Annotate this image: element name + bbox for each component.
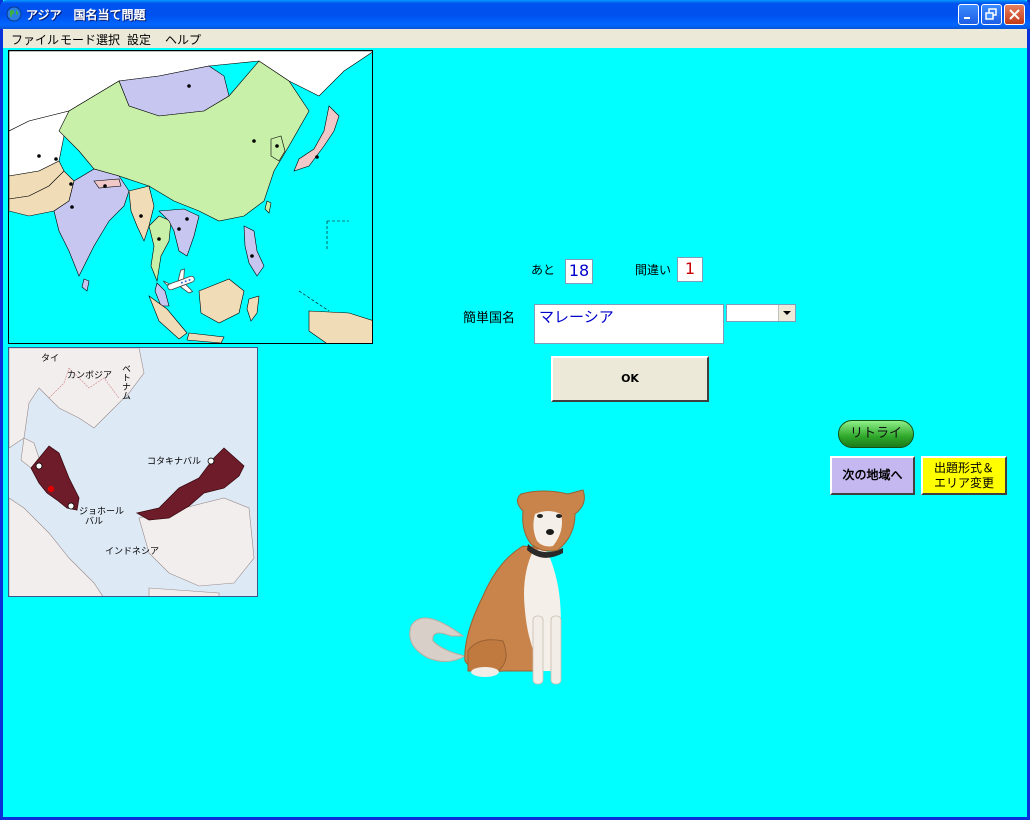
menu-file[interactable]: ファイル (11, 31, 59, 48)
detail-map[interactable]: タイ カンボジア ベトナム コタキナバル ジョホール バル インドネシア (8, 347, 258, 597)
chevron-down-icon (783, 311, 791, 315)
asia-map-graphic (9, 51, 372, 343)
menu-help[interactable]: ヘルプ (165, 31, 201, 48)
detail-map-graphic (9, 348, 257, 596)
label-johor-bahru-2: バル (85, 517, 104, 527)
globe-icon (6, 6, 22, 22)
remaining-count: 18 (565, 259, 593, 284)
label-vietnam: ベトナム (120, 364, 130, 400)
next-region-button[interactable]: 次の地域へ (830, 456, 915, 495)
change-mode-label-line1: 出題形式＆ (933, 461, 994, 475)
client-area: タイ カンボジア ベトナム コタキナバル ジョホール バル インドネシア あと … (3, 48, 1027, 817)
answer-input[interactable]: マレーシア (534, 304, 724, 344)
close-icon (1009, 9, 1020, 20)
menu-settings[interactable]: 設定 (127, 31, 151, 48)
menu-bar: ファイル モード選択 設定 ヘルプ (3, 29, 1027, 48)
change-mode-button[interactable]: 出題形式＆ エリア変更 (921, 456, 1007, 495)
answer-dropdown[interactable] (726, 304, 796, 322)
next-region-label: 次の地域へ (842, 468, 903, 482)
close-button[interactable] (1004, 4, 1025, 25)
window-title: アジア 国名当て問題 (26, 8, 146, 22)
mistakes-count: 1 (677, 257, 703, 282)
remaining-label: あと (531, 263, 556, 277)
restore-icon (985, 8, 997, 20)
country-name-label: 簡単国名 (463, 311, 516, 326)
restore-button[interactable] (981, 4, 1002, 25)
mistakes-label: 間違い (635, 263, 672, 277)
dropdown-arrow[interactable] (778, 305, 795, 321)
minimize-icon (964, 17, 970, 19)
label-indonesia: インドネシア (105, 547, 160, 557)
label-kota-kinabalu: コタキナバル (147, 457, 202, 467)
minimize-button[interactable] (958, 4, 979, 25)
title-bar[interactable]: アジア 国名当て問題 (0, 0, 1030, 29)
app-window: アジア 国名当て問題 ファイル モード選択 設定 ヘルプ タイ カンボジア ベト… (0, 0, 1030, 820)
label-thailand: タイ (41, 354, 60, 364)
dog-mascot (409, 489, 585, 685)
menu-mode-select[interactable]: モード選択 (60, 31, 120, 48)
asia-map[interactable] (8, 50, 373, 344)
ok-button[interactable]: OK (551, 356, 709, 402)
change-mode-label-line2: エリア変更 (933, 476, 994, 490)
label-cambodia: カンボジア (67, 371, 113, 381)
retry-button[interactable]: リトライ (838, 420, 914, 448)
